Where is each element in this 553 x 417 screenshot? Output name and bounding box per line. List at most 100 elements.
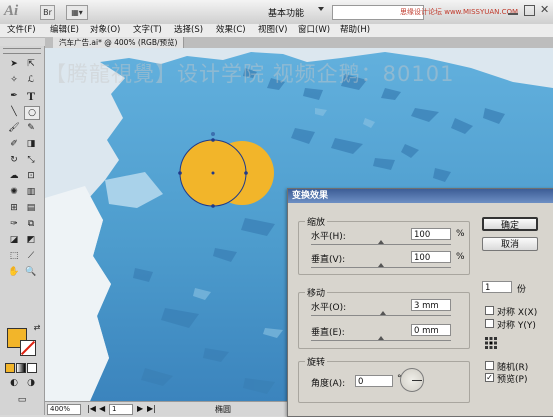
menu-edit[interactable]: 编辑(E) xyxy=(50,24,79,37)
reflect-y-label[interactable]: 对称 Y(Y) xyxy=(497,318,536,331)
chevron-down-icon[interactable] xyxy=(318,7,324,11)
workspace-switcher[interactable]: 基本功能 xyxy=(268,6,304,19)
symbol-sprayer-tool-icon[interactable]: ✺ xyxy=(7,186,21,198)
preview-checkbox[interactable]: ✓ xyxy=(485,373,494,382)
selection-tool-icon[interactable]: ➤ xyxy=(7,58,21,70)
menu-type[interactable]: 文字(T) xyxy=(133,24,162,37)
prev-artboard-icon[interactable]: ◀ xyxy=(99,404,105,413)
scale-horizontal-thumb[interactable] xyxy=(378,240,384,244)
scale-vertical-label: 垂直(V): xyxy=(311,255,346,265)
warp-tool-icon[interactable]: ☁ xyxy=(7,170,21,182)
move-group: 移动 水平(O): 3 mm 垂直(E): 0 mm xyxy=(298,286,470,349)
angle-dial[interactable] xyxy=(400,368,424,392)
scale-vertical-thumb[interactable] xyxy=(378,263,384,267)
ellipse-tool-icon[interactable]: ○ xyxy=(24,106,40,120)
move-horizontal-input[interactable]: 3 mm xyxy=(411,299,451,311)
scale-vertical-input[interactable]: 100 xyxy=(411,251,451,263)
drawing-mode-icon[interactable]: ◐ xyxy=(7,377,21,389)
zoom-tool-icon[interactable]: 🔍 xyxy=(24,266,38,278)
line-tool-icon[interactable]: ╲ xyxy=(7,106,21,118)
live-paint-selection-tool-icon[interactable]: ◩ xyxy=(24,234,38,246)
free-transform-tool-icon[interactable]: ⊡ xyxy=(24,170,38,182)
rotate-angle-input[interactable]: 0 xyxy=(355,375,393,387)
type-tool-icon[interactable]: T xyxy=(24,90,38,102)
rotate-group-label: 旋转 xyxy=(305,355,328,368)
pen-tool-icon[interactable]: ✒ xyxy=(7,90,21,102)
site-watermark: 思缘设计论坛 www.MISSYUAN.COM xyxy=(400,8,519,16)
move-vertical-label: 垂直(E): xyxy=(311,328,345,338)
scale-group-label: 缩放 xyxy=(305,215,328,228)
cancel-button[interactable]: 取消 xyxy=(482,237,538,251)
current-tool-status[interactable]: 椭圆 xyxy=(215,404,231,415)
lasso-tool-icon[interactable]: ℒ xyxy=(24,74,38,86)
menu-file[interactable]: 文件(F) xyxy=(7,24,36,37)
preview-label[interactable]: 预览(P) xyxy=(497,372,527,385)
reflect-y-checkbox[interactable] xyxy=(485,319,494,328)
scale-tool-icon[interactable]: ⤡ xyxy=(24,154,38,166)
next-artboard-icon[interactable]: ▶ xyxy=(137,404,143,413)
arrange-documents-icon[interactable]: ▦▾ xyxy=(66,5,88,20)
minimize-icon[interactable] xyxy=(508,5,518,15)
copies-input[interactable]: 1 xyxy=(482,281,512,293)
last-artboard-icon[interactable]: ▶| xyxy=(147,404,156,413)
artboard-number-select[interactable]: 1 xyxy=(109,404,133,415)
pencil-tool-icon[interactable]: ✎ xyxy=(24,122,38,134)
stroke-color-swatch[interactable] xyxy=(20,340,36,356)
artboard-tool-icon[interactable]: ⬚ xyxy=(7,250,21,262)
slice-tool-icon[interactable]: ⟋ xyxy=(24,250,38,262)
move-vertical-slider[interactable] xyxy=(311,340,451,341)
application-bar: Ai Br ▦▾ 基本功能 思缘设计论坛 www.MISSYUAN.COM ✕ xyxy=(0,0,553,25)
scale-vertical-slider[interactable] xyxy=(311,267,451,268)
rotate-tool-icon[interactable]: ↻ xyxy=(7,154,21,166)
scale-horizontal-slider[interactable] xyxy=(311,244,451,245)
first-artboard-icon[interactable]: |◀ xyxy=(87,404,96,413)
menu-select[interactable]: 选择(S) xyxy=(174,24,203,37)
move-horizontal-slider[interactable] xyxy=(311,315,451,316)
document-tab[interactable]: 汽车广告.ai* @ 400% (RGB/预览) xyxy=(53,37,185,48)
screen-mode-icon[interactable]: ▭ xyxy=(15,394,29,406)
draw-behind-icon[interactable]: ◑ xyxy=(24,377,38,389)
move-horizontal-thumb[interactable] xyxy=(380,311,386,315)
menu-object[interactable]: 对象(O) xyxy=(90,24,120,37)
eyedropper-tool-icon[interactable]: ✑ xyxy=(7,218,21,230)
panel-grip[interactable] xyxy=(3,48,41,54)
gradient-mode-icon[interactable] xyxy=(16,363,26,373)
move-group-label: 移动 xyxy=(305,286,328,299)
bounding-handle[interactable] xyxy=(211,132,215,136)
bridge-icon[interactable]: Br xyxy=(40,5,55,20)
zoom-select[interactable]: 400% xyxy=(47,404,81,415)
menu-window[interactable]: 窗口(W) xyxy=(298,24,330,37)
eraser-tool-icon[interactable]: ◨ xyxy=(24,138,38,150)
dialog-title[interactable]: 变换效果 xyxy=(288,189,553,203)
restore-icon[interactable] xyxy=(524,5,535,16)
gradient-tool-icon[interactable]: ▤ xyxy=(24,202,38,214)
move-vertical-input[interactable]: 0 mm xyxy=(411,324,451,336)
menu-view[interactable]: 视图(V) xyxy=(258,24,287,37)
color-mode-icon[interactable] xyxy=(5,363,15,373)
rotate-group: 旋转 角度(A): 0 ° xyxy=(298,355,470,403)
mesh-tool-icon[interactable]: ⊞ xyxy=(7,202,21,214)
random-checkbox[interactable] xyxy=(485,361,494,370)
scale-horizontal-input[interactable]: 100 xyxy=(411,228,451,240)
menu-effect[interactable]: 效果(C) xyxy=(216,24,246,37)
app-logo: Ai xyxy=(4,3,19,19)
reference-point-icon[interactable] xyxy=(485,337,497,349)
menu-help[interactable]: 帮助(H) xyxy=(340,24,370,37)
live-paint-tool-icon[interactable]: ◪ xyxy=(7,234,21,246)
magic-wand-tool-icon[interactable]: ✧ xyxy=(7,74,21,86)
hand-tool-icon[interactable]: ✋ xyxy=(7,266,21,278)
reflect-x-label[interactable]: 对称 X(X) xyxy=(497,305,537,318)
transform-effect-dialog: 变换效果 缩放 水平(H): 100 % 垂直(V): 100 % 移动 水平(… xyxy=(287,188,553,417)
ok-button[interactable]: 确定 xyxy=(482,217,538,231)
blend-tool-icon[interactable]: ⧉ xyxy=(24,218,38,230)
blob-brush-tool-icon[interactable]: ✐ xyxy=(7,138,21,150)
scale-vertical-unit: % xyxy=(456,252,465,262)
none-mode-icon[interactable] xyxy=(27,363,37,373)
close-icon[interactable]: ✕ xyxy=(540,3,549,16)
paintbrush-tool-icon[interactable]: 🖌 xyxy=(7,122,21,134)
move-vertical-thumb[interactable] xyxy=(378,336,384,340)
reflect-x-checkbox[interactable] xyxy=(485,306,494,315)
swap-colors-icon[interactable]: ⇄ xyxy=(30,322,44,334)
column-graph-tool-icon[interactable]: ▥ xyxy=(24,186,38,198)
direct-selection-tool-icon[interactable]: ⇱ xyxy=(24,58,38,70)
